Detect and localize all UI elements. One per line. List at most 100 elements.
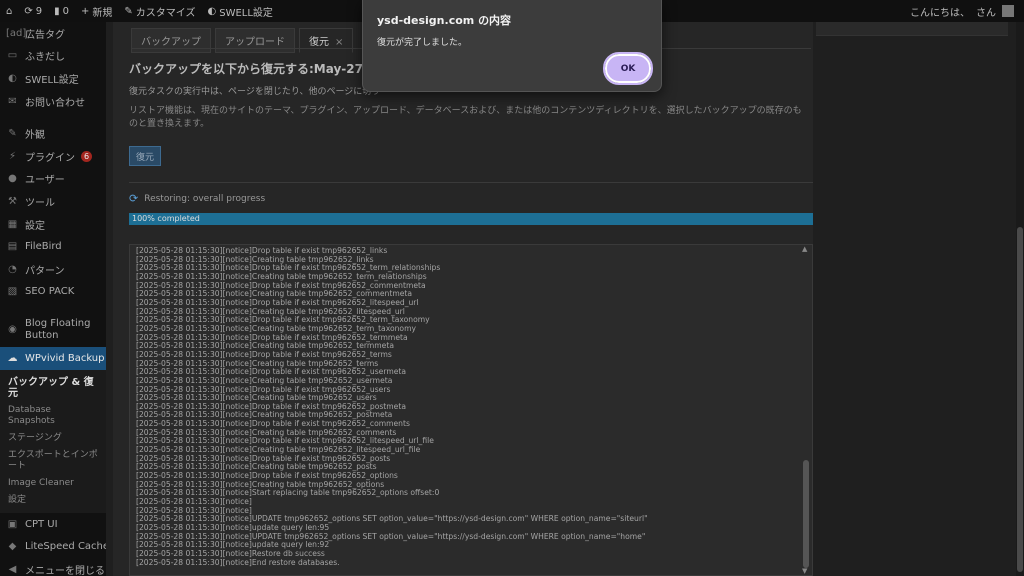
- wpvivid-submenu: バックアップ & 復元 Database Snapshots ステージング エクスポー…: [0, 369, 106, 513]
- sidebar-item-floating-button[interactable]: ◉ Blog Floating Button: [0, 313, 106, 347]
- ok-button[interactable]: OK: [603, 52, 653, 85]
- tab-1[interactable]: アップロード: [215, 28, 295, 53]
- sidebar-item-label: ふきだし: [25, 52, 65, 64]
- sidebar-item-label: メニューを閉じる: [25, 565, 105, 576]
- sidebar-item-label: 設定: [25, 220, 45, 232]
- speech-bubble-icon: ▭: [7, 50, 18, 62]
- progress-fill: 100% completed: [129, 213, 813, 225]
- restore-title: バックアップを以下から復元する:May-27-2025: [129, 62, 402, 76]
- sidebar-item-ad-tag[interactable]: [ad] 広告タグ: [0, 22, 106, 45]
- scroll-up-icon[interactable]: ▲: [802, 245, 807, 253]
- sidebar-item-swell[interactable]: ◐ SWELL設定: [0, 67, 106, 90]
- restore-log[interactable]: [2025-05-28 01:15:30][notice]Drop table …: [129, 244, 813, 576]
- page-scrollbar[interactable]: [1016, 22, 1024, 576]
- sidebar-item-plugin[interactable]: ⚡ プラグイン 6: [0, 145, 106, 168]
- collapse-icon: ◀: [8, 563, 17, 575]
- sidebar-item-wrench[interactable]: ⚒ ツール: [0, 190, 106, 213]
- sidebar-item-brush[interactable]: ✎ 外観: [0, 122, 106, 145]
- tab-2[interactable]: 復元 ×: [299, 28, 354, 53]
- floating-button-icon: ◉: [8, 324, 17, 336]
- new-label: 新規: [92, 7, 113, 19]
- updates-count: 9: [35, 5, 43, 17]
- sidebar-item-mail[interactable]: ✉ お問い合わせ: [0, 90, 106, 113]
- updates-link[interactable]: ⟳ 9: [18, 0, 48, 22]
- sidebar-item-label: LiteSpeed Cache: [25, 541, 106, 553]
- side-panel: [816, 22, 1008, 36]
- log-lines: [2025-05-28 01:15:30][notice]Drop table …: [136, 246, 796, 567]
- sidebar-item-collapse[interactable]: ◀ メニューを閉じる: [0, 558, 106, 576]
- user-suffix: さん: [976, 7, 996, 19]
- swell-icon: ◐: [207, 5, 217, 17]
- submenu-item[interactable]: エクスポートとインポート: [0, 447, 106, 475]
- plugin-icon: ⚡: [8, 150, 17, 162]
- brush-icon: ✎: [8, 128, 17, 140]
- submenu-item[interactable]: バックアップ & 復元: [0, 374, 106, 402]
- progress-bar: 100% completed: [129, 213, 813, 225]
- sidebar-item-label: WPvivid Backup: [25, 352, 105, 364]
- restore-button[interactable]: 復元: [129, 146, 161, 166]
- new-content-link[interactable]: + 新規: [75, 0, 118, 22]
- progress-label-text: Restoring: overall progress: [144, 193, 266, 204]
- submenu-item[interactable]: ステージング: [0, 430, 106, 447]
- wpvivid-wrap: バックアップ アップロード 復元 × バックアップを以下から復元する:May-27-2…: [113, 22, 813, 576]
- tab-label: バックアップ: [141, 37, 201, 48]
- sidebar-item-label: FileBird: [25, 241, 62, 253]
- sidebar-item-user[interactable]: ● ユーザー: [0, 168, 106, 191]
- litespeed-icon: ◆: [8, 541, 17, 553]
- sidebar-item-seo[interactable]: ▧ SEO PACK: [0, 281, 106, 304]
- spinner-icon: ⟳: [129, 192, 139, 205]
- tab-label: 復元: [309, 37, 329, 48]
- submenu-item[interactable]: 設定: [0, 492, 106, 509]
- sidebar-item-label: お問い合わせ: [25, 97, 85, 109]
- seo-icon: ▧: [7, 286, 18, 298]
- comments-link[interactable]: ▮ 0: [48, 0, 75, 22]
- sidebar-item-folder[interactable]: ▤ FileBird: [0, 235, 106, 258]
- sidebar-item-litespeed[interactable]: ◆ LiteSpeed Cache: [0, 535, 106, 558]
- user-icon: ●: [8, 173, 17, 185]
- sidebar-item-label: ユーザー: [25, 175, 65, 187]
- swell-settings-link[interactable]: ◐ SWELL設定: [202, 0, 279, 22]
- sidebar-item-label: 広告タグ: [25, 29, 65, 41]
- log-line: [2025-05-28 01:15:30][notice]End restore…: [136, 557, 340, 567]
- my-account[interactable]: こんにちは、 さん: [910, 4, 1024, 19]
- scroll-down-icon[interactable]: ▼: [802, 567, 807, 575]
- sidebar-item-label: 外観: [25, 130, 45, 142]
- avatar[interactable]: [1002, 5, 1014, 17]
- ad-tag-icon: [ad]: [6, 27, 27, 39]
- customize-link[interactable]: ✎ カスタマイズ: [118, 0, 201, 22]
- admin-sidebar: [ad] 広告タグ ▭ ふきだし ◐ SWELL設定 ✉ お問い合わせ ✎ 外観 ⚡ プラグイン 6 ● ユ…: [0, 22, 106, 576]
- wrench-icon: ⚒: [8, 195, 17, 207]
- progress-label: ⟳ Restoring: overall progress: [129, 192, 265, 205]
- menu-separator: [0, 303, 106, 313]
- sidebar-item-speech-bubble[interactable]: ▭ ふきだし: [0, 45, 106, 68]
- sidebar-item-cpt[interactable]: ▣ CPT UI: [0, 513, 106, 536]
- swell-icon: ◐: [8, 72, 17, 84]
- sidebar-item-settings[interactable]: ▦ 設定: [0, 213, 106, 236]
- submenu-item[interactable]: Image Cleaner: [0, 475, 106, 492]
- settings-icon: ▦: [7, 218, 18, 230]
- brush-icon: ✎: [124, 5, 133, 17]
- sidebar-item-label: プラグイン: [25, 152, 75, 164]
- mail-icon: ✉: [8, 95, 17, 107]
- page-scroll-thumb[interactable]: [1017, 227, 1023, 572]
- cpt-icon: ▣: [7, 518, 18, 530]
- wordpress-logo[interactable]: ⌂: [0, 0, 18, 22]
- tab-0[interactable]: バックアップ: [131, 28, 211, 53]
- sidebar-item-pattern[interactable]: ◔ パターン: [0, 258, 106, 281]
- log-scroll-thumb[interactable]: [803, 460, 809, 568]
- restore-note: 復元タスクの実行中は、ページを閉じたり、他のページに切り: [129, 87, 381, 97]
- sidebar-item-cloud[interactable]: ☁ WPvivid Backup: [0, 347, 106, 370]
- comment-icon: ▮: [54, 5, 60, 17]
- update-count-badge: 6: [81, 150, 92, 162]
- log-scrollbar[interactable]: ▲ ▼: [800, 245, 812, 575]
- plus-icon: +: [81, 5, 90, 17]
- refresh-icon: ⟳: [24, 5, 33, 17]
- submenu-item[interactable]: Database Snapshots: [0, 402, 106, 430]
- restore-description: リストア機能は、現在のサイトのテーマ、プラグイン、アップロード、データベースおよ…: [129, 106, 802, 129]
- progress-text: 100% completed: [132, 214, 200, 223]
- greeting-text: こんにちは、: [910, 7, 970, 19]
- swell-label: SWELL設定: [219, 7, 273, 19]
- wordpress-icon: ⌂: [6, 5, 13, 17]
- sidebar-item-label: パターン: [25, 265, 65, 277]
- close-icon[interactable]: ×: [335, 37, 343, 48]
